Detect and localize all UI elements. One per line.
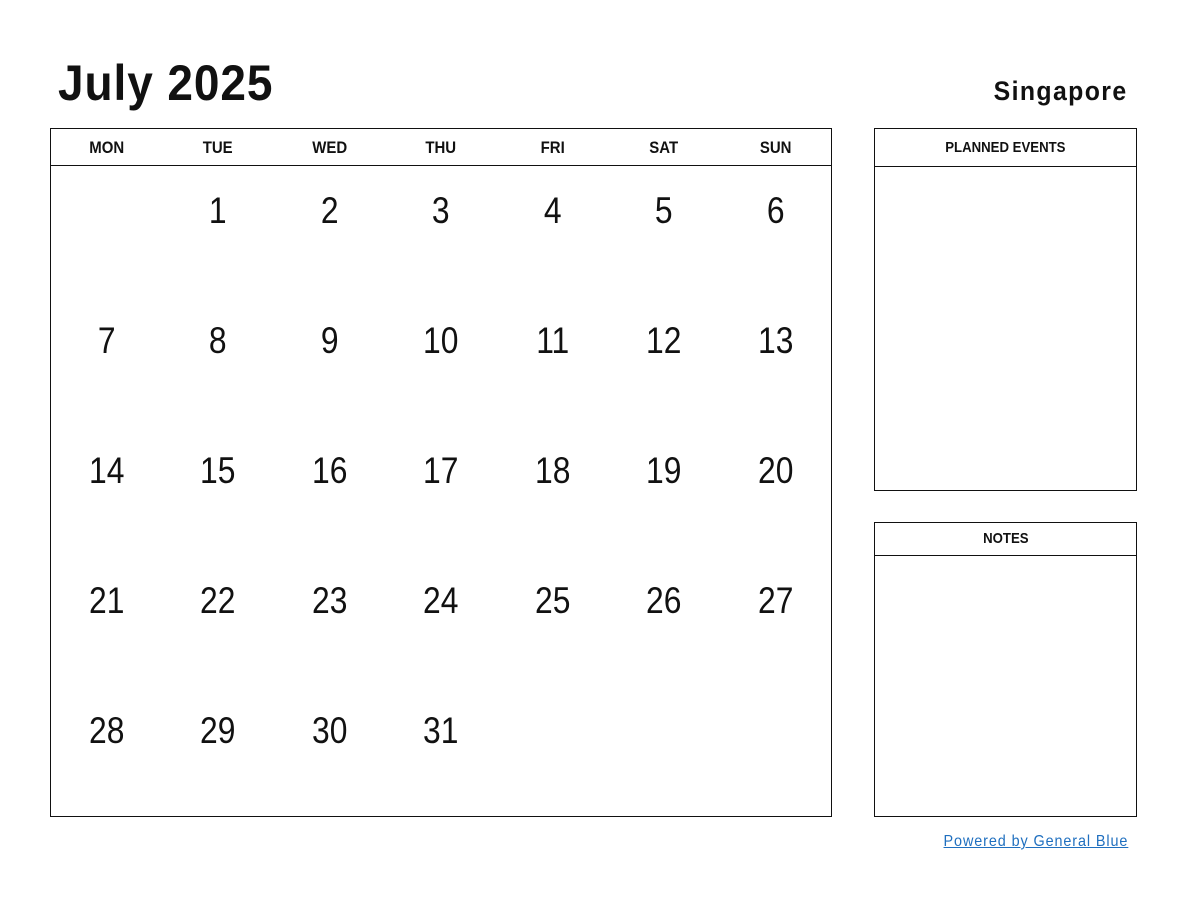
weekday-sat: SAT <box>649 138 679 157</box>
weekday-mon: MON <box>89 138 125 157</box>
day-cell[interactable]: 16 <box>282 426 378 556</box>
day-cell[interactable]: 24 <box>393 556 489 686</box>
day-cell[interactable]: 3 <box>393 166 489 296</box>
notes-header: NOTES <box>875 523 1136 556</box>
week-row: 7 8 9 10 11 12 13 <box>51 296 831 426</box>
day-cell[interactable]: 14 <box>59 426 155 556</box>
day-cell[interactable]: 20 <box>727 426 823 556</box>
day-cell[interactable]: 5 <box>616 166 712 296</box>
empty-day-cell <box>616 686 712 816</box>
day-cell[interactable]: 18 <box>504 426 600 556</box>
day-cell[interactable]: 1 <box>170 166 266 296</box>
week-row: 21 22 23 24 25 26 27 <box>51 556 831 686</box>
day-cell[interactable]: 10 <box>393 296 489 426</box>
day-cell[interactable]: 7 <box>59 296 155 426</box>
day-cell[interactable]: 19 <box>616 426 712 556</box>
weekday-header-row: MON TUE WED THU FRI SAT SUN <box>51 129 831 166</box>
weekday-sun: SUN <box>759 138 792 157</box>
day-cell[interactable]: 25 <box>504 556 600 686</box>
month-calendar-grid: MON TUE WED THU FRI SAT SUN 1 2 3 4 5 6 7 8 9 10 1… <box>50 128 832 817</box>
planned-events-header: PLANNED EVENTS <box>875 129 1136 167</box>
empty-day-cell <box>504 686 600 816</box>
day-cell[interactable]: 12 <box>616 296 712 426</box>
day-cell[interactable]: 9 <box>282 296 378 426</box>
day-cell[interactable]: 15 <box>170 426 266 556</box>
day-cell[interactable]: 30 <box>282 686 378 816</box>
day-cell[interactable]: 22 <box>170 556 266 686</box>
weekday-thu: THU <box>425 138 457 157</box>
day-cell[interactable]: 11 <box>504 296 600 426</box>
day-cell[interactable]: 23 <box>282 556 378 686</box>
day-cell[interactable]: 21 <box>59 556 155 686</box>
day-cell[interactable]: 26 <box>616 556 712 686</box>
day-cell[interactable]: 29 <box>170 686 266 816</box>
notes-panel: NOTES <box>874 522 1137 817</box>
day-cell[interactable]: 4 <box>504 166 600 296</box>
planned-events-panel: PLANNED EVENTS <box>874 128 1137 491</box>
day-cell[interactable]: 17 <box>393 426 489 556</box>
notes-title: NOTES <box>982 530 1029 547</box>
week-row: 123456 <box>51 166 831 296</box>
week-row: 28 29 30 31 <box>51 686 831 816</box>
country-label: Singapore <box>994 76 1128 106</box>
weekday-tue: TUE <box>203 138 234 157</box>
day-cell[interactable]: 2 <box>282 166 378 296</box>
powered-by-link[interactable]: Powered by General Blue <box>943 833 1128 851</box>
weekday-fri: FRI <box>540 138 565 157</box>
day-cell[interactable]: 31 <box>393 686 489 816</box>
day-cell[interactable]: 28 <box>59 686 155 816</box>
day-cell[interactable]: 27 <box>727 556 823 686</box>
calendar-weeks: 1 2 3 4 5 6 7 8 9 10 11 12 13 14 15 16 17 18 19 20 21 22 23 24 2… <box>51 166 831 816</box>
planned-events-title: PLANNED EVENTS <box>945 139 1066 156</box>
week-row: 14 15 16 17 18 19 20 <box>51 426 831 556</box>
calendar-title: July 2025 <box>58 55 274 111</box>
day-cell[interactable]: 8 <box>170 296 266 426</box>
empty-day-cell <box>727 686 823 816</box>
empty-day-cell <box>59 166 155 296</box>
weekday-wed: WED <box>312 138 348 157</box>
day-cell[interactable]: 6 <box>727 166 823 296</box>
day-cell[interactable]: 13 <box>727 296 823 426</box>
